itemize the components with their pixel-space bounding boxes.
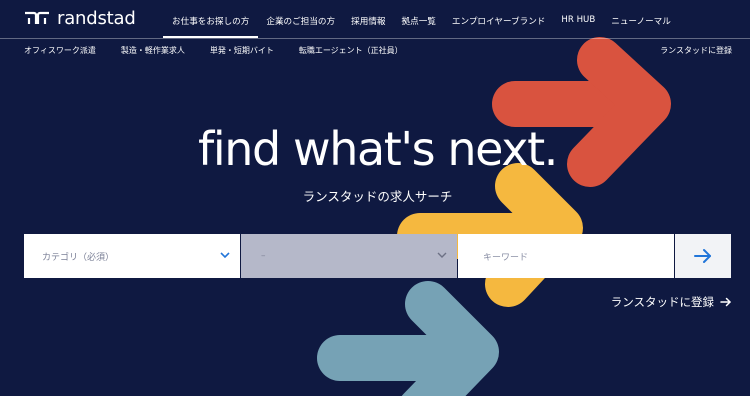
sub-nav-office-work[interactable]: オフィスワーク派遣 xyxy=(24,39,96,61)
top-bar: randstad お仕事をお探しの方 企業のご担当の方 採用情報 拠点一覧 エン… xyxy=(0,0,750,38)
sub-nav-register-link[interactable]: ランスタッドに登録 xyxy=(660,45,732,56)
nav-item-employer-brand[interactable]: エンプロイヤーブランド xyxy=(444,0,554,38)
category-placeholder: カテゴリ（必須） xyxy=(42,252,115,263)
sub-nav-career-agent[interactable]: 転職エージェント（正社員） xyxy=(299,39,403,61)
sub-nav-short-term[interactable]: 単発・短期バイト xyxy=(210,39,274,61)
sub-nav-manufacturing[interactable]: 製造・軽作業求人 xyxy=(121,39,185,61)
nav-item-locations[interactable]: 拠点一覧 xyxy=(394,0,444,38)
brand-name: randstad xyxy=(57,7,136,29)
randstad-logo-icon xyxy=(25,11,49,24)
search-submit-button[interactable] xyxy=(675,234,731,278)
register-cta-link[interactable]: ランスタッドに登録 xyxy=(611,294,732,310)
blue-arrow-graphic xyxy=(317,281,499,396)
category-select[interactable]: カテゴリ（必須） xyxy=(24,234,240,278)
job-search-bar: カテゴリ（必須） – キーワード xyxy=(24,234,731,278)
keyword-placeholder: キーワード xyxy=(483,252,529,263)
arrow-right-icon xyxy=(720,297,731,307)
chevron-down-icon xyxy=(220,252,230,259)
nav-item-recruiting[interactable]: 採用情報 xyxy=(343,0,393,38)
keyword-input[interactable]: キーワード xyxy=(458,234,674,278)
randstad-logo[interactable]: randstad xyxy=(24,6,136,30)
sub-nav: オフィスワーク派遣 製造・軽作業求人 単発・短期バイト 転職エージェント（正社員… xyxy=(24,39,428,61)
nav-item-hr-hub[interactable]: HR HUB xyxy=(553,0,603,38)
main-nav: お仕事をお探しの方 企業のご担当の方 採用情報 拠点一覧 エンプロイヤーブランド… xyxy=(163,0,679,38)
hero-title: find what's next. xyxy=(198,122,558,176)
arrow-right-icon xyxy=(694,249,711,263)
register-cta-label: ランスタッドに登録 xyxy=(610,295,714,309)
chevron-down-icon xyxy=(437,252,447,258)
subcategory-placeholder: – xyxy=(261,251,266,261)
subcategory-select[interactable]: – xyxy=(241,234,457,278)
hero-subtitle: ランスタッドの求人サーチ xyxy=(302,189,453,204)
nav-item-new-normal[interactable]: ニューノーマル xyxy=(603,0,679,38)
nav-item-companies[interactable]: 企業のご担当の方 xyxy=(258,0,343,38)
nav-item-job-seekers[interactable]: お仕事をお探しの方 xyxy=(163,0,259,38)
